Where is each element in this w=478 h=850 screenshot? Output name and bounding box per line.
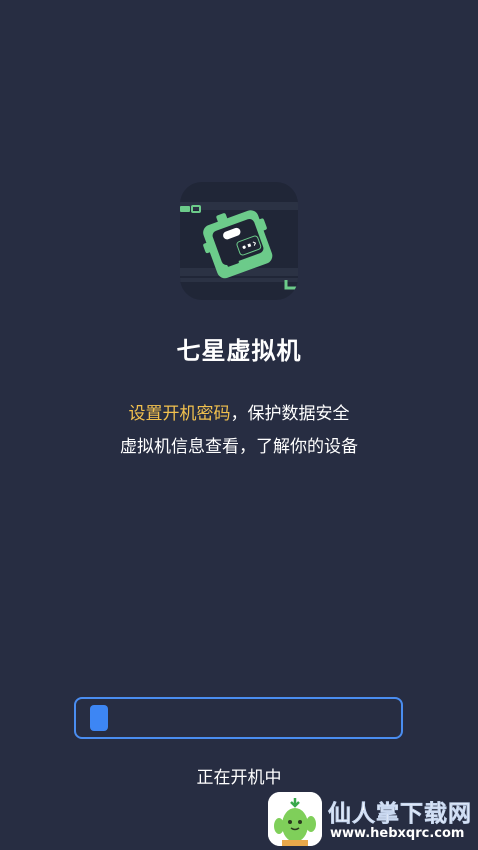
description-line-2: 虚拟机信息查看，了解你的设备 — [120, 437, 358, 457]
app-title: 七星虚拟机 — [176, 337, 302, 365]
app-logo-icon — [180, 182, 298, 300]
boot-screen: 七星虚拟机 设置开机密码，保护数据安全 虚拟机信息查看，了解你的设备 正在开机中… — [0, 0, 478, 850]
watermark: 仙人掌下载网 www.hebxqrc.com — [268, 790, 478, 850]
set-password-highlight: 设置开机密码 — [128, 404, 231, 424]
boot-progress-bar — [74, 697, 403, 739]
watermark-url: www.hebxqrc.com — [330, 826, 465, 841]
boot-progress-fill — [90, 705, 108, 731]
boot-status-text: 正在开机中 — [196, 768, 282, 788]
cactus-logo-icon — [268, 792, 322, 846]
description-line-1-rest: ，保护数据安全 — [230, 404, 350, 424]
description-line-1: 设置开机密码，保护数据安全 — [0, 399, 478, 424]
watermark-site-name: 仙人掌下载网 — [328, 801, 472, 828]
